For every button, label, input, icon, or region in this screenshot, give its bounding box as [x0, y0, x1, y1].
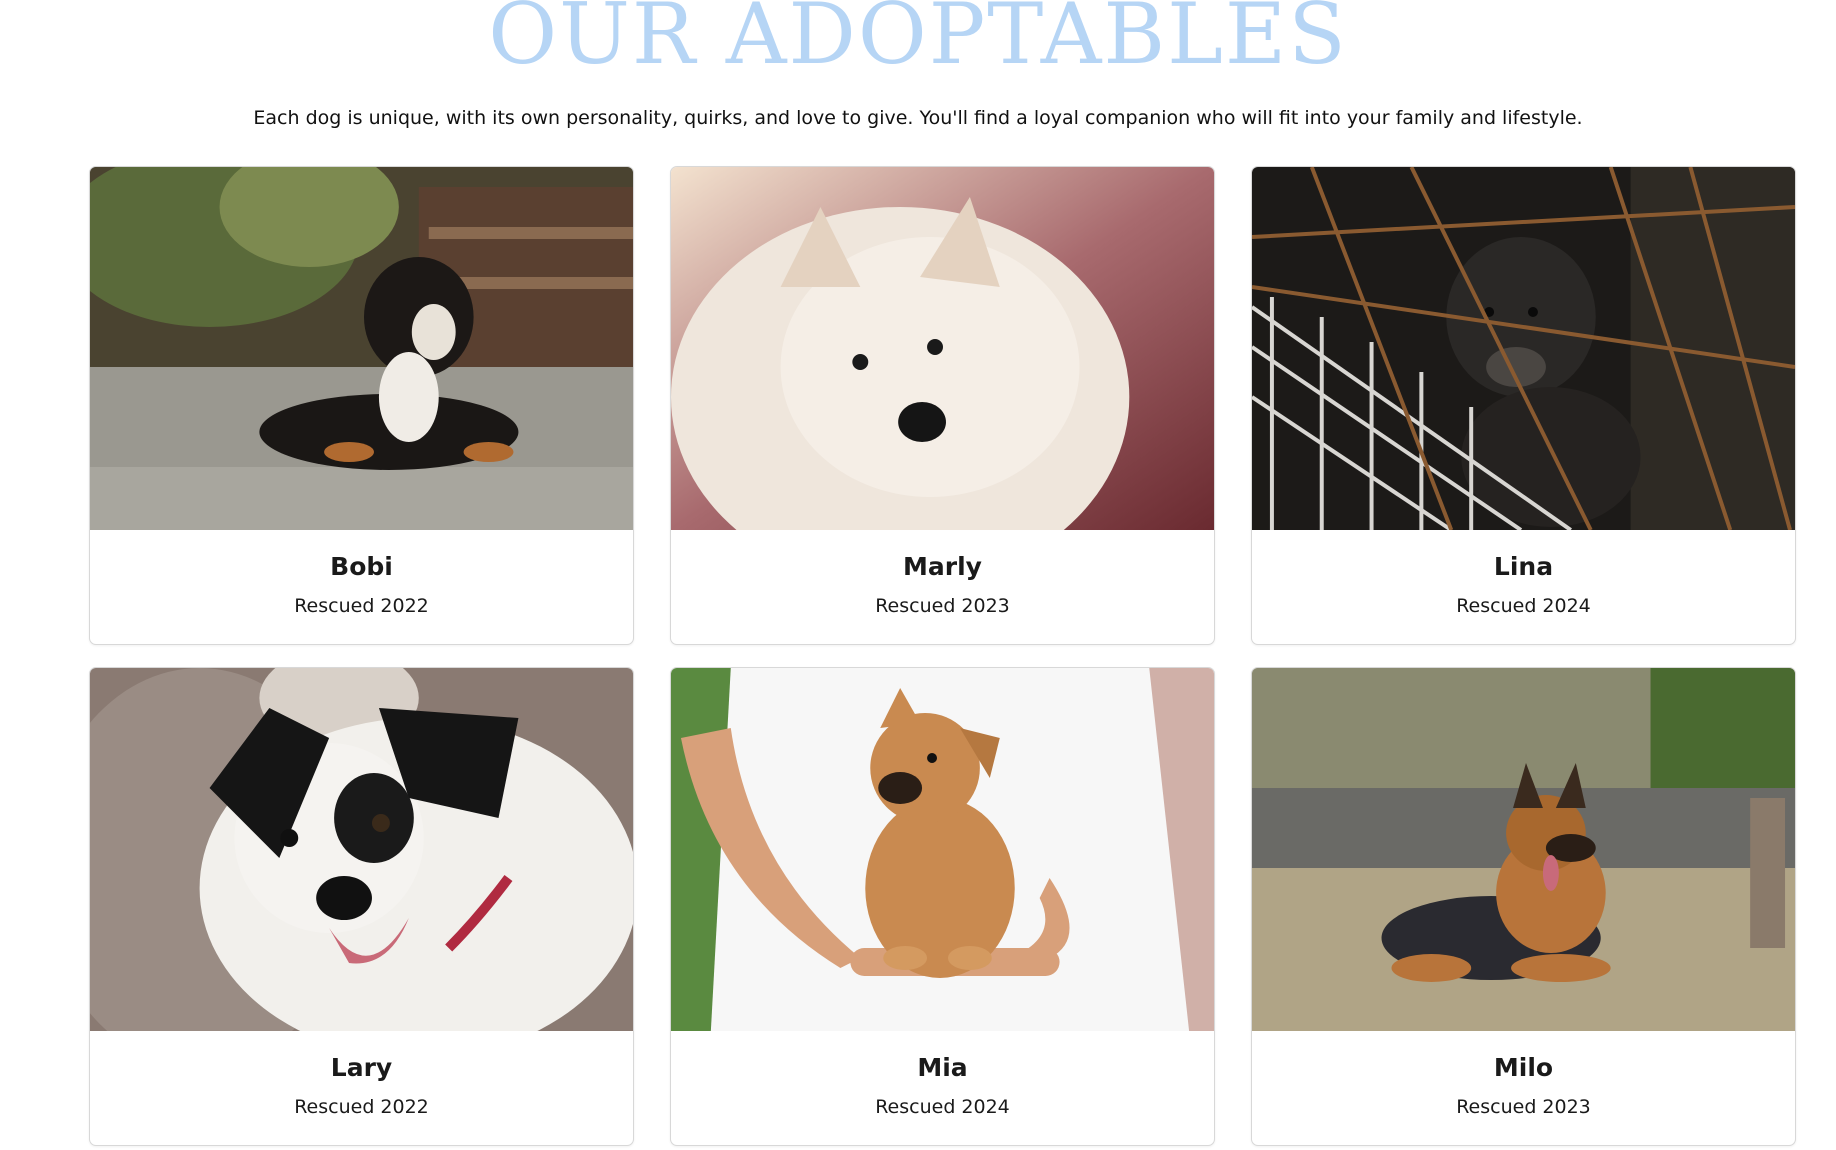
dog-name: Mia: [917, 1053, 968, 1082]
dog-name: Marly: [903, 552, 982, 581]
page-subtitle: Each dog is unique, with its own persona…: [253, 107, 1583, 129]
dog-card-lary[interactable]: Lary Rescued 2022: [89, 667, 634, 1146]
dog-rescued-year: Rescued 2023: [1456, 1096, 1591, 1118]
dog-photo-bobi: [90, 167, 633, 530]
dog-rescued-year: Rescued 2023: [875, 595, 1010, 617]
dog-info-bobi: Bobi Rescued 2022: [90, 530, 633, 644]
dog-photo-mia: [671, 668, 1214, 1031]
dog-card-mia[interactable]: Mia Rescued 2024: [670, 667, 1215, 1146]
dog-card-bobi[interactable]: Bobi Rescued 2022: [89, 166, 634, 645]
dog-rescued-year: Rescued 2024: [875, 1096, 1010, 1118]
dog-name: Milo: [1493, 1053, 1554, 1082]
dog-rescued-year: Rescued 2024: [1456, 595, 1591, 617]
page-title: OUR ADOPTABLES: [488, 0, 1348, 83]
dog-card-marly[interactable]: Marly Rescued 2023: [670, 166, 1215, 645]
dog-info-marly: Marly Rescued 2023: [671, 530, 1214, 644]
dog-name: Lina: [1493, 552, 1554, 581]
dog-photo-marly: [671, 167, 1214, 530]
dog-card-grid: Bobi Rescued 2022 Marly Rescued 2023 Lin…: [89, 166, 1797, 1146]
dog-info-mia: Mia Rescued 2024: [671, 1031, 1214, 1145]
dog-photo-lina: [1252, 167, 1795, 530]
dog-card-lina[interactable]: Lina Rescued 2024: [1251, 166, 1796, 645]
dog-info-lary: Lary Rescued 2022: [90, 1031, 633, 1145]
dog-name: Bobi: [330, 552, 393, 581]
dog-photo-lary: [90, 668, 633, 1031]
dog-rescued-year: Rescued 2022: [294, 595, 429, 617]
dog-card-milo[interactable]: Milo Rescued 2023: [1251, 667, 1796, 1146]
dog-rescued-year: Rescued 2022: [294, 1096, 429, 1118]
dog-info-milo: Milo Rescued 2023: [1252, 1031, 1795, 1145]
dog-photo-milo: [1252, 668, 1795, 1031]
dog-info-lina: Lina Rescued 2024: [1252, 530, 1795, 644]
dog-name: Lary: [330, 1053, 393, 1082]
